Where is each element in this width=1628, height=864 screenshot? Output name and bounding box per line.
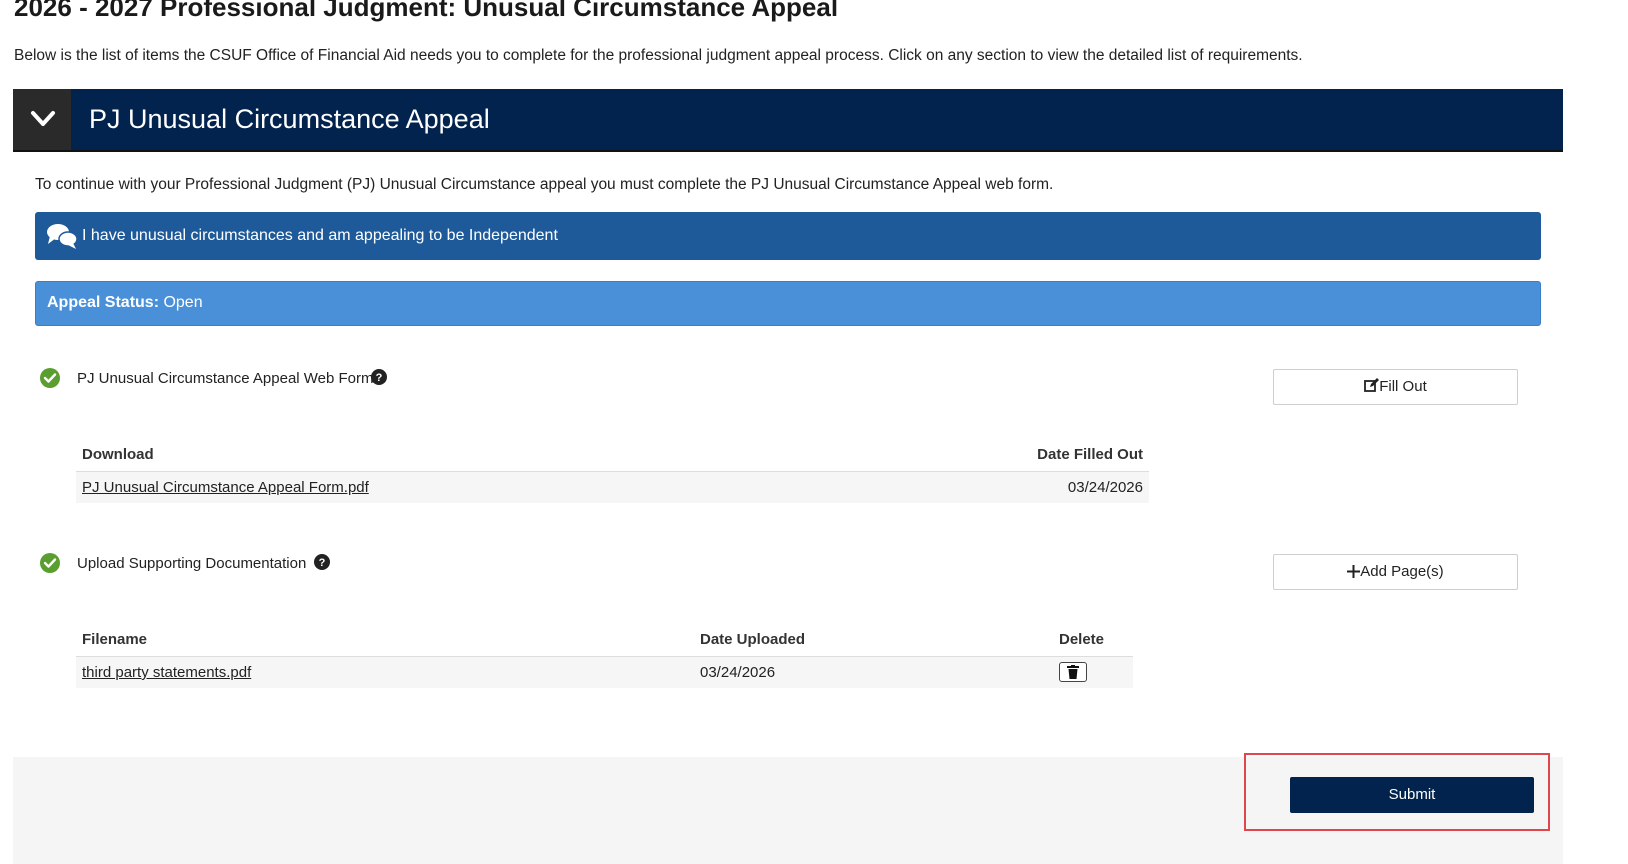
column-header-download: Download — [76, 437, 846, 472]
appeal-status-label: Appeal Status: — [47, 294, 160, 311]
section-description: To continue with your Professional Judgm… — [35, 176, 1054, 193]
add-pages-button[interactable]: Add Page(s) — [1273, 554, 1518, 590]
section-header[interactable]: PJ Unusual Circumstance Appeal — [13, 89, 1563, 152]
svg-text:?: ? — [376, 372, 383, 384]
uploaded-docs-table: Filename Date Uploaded Delete third part… — [76, 622, 1133, 688]
check-circle-icon — [40, 368, 60, 388]
page-intro: Below is the list of items the CSUF Offi… — [14, 47, 1303, 64]
table-row: third party statements.pdf 03/24/2026 — [76, 656, 1133, 688]
svg-text:?: ? — [319, 557, 326, 569]
page-title: 2026 - 2027 Professional Judgment: Unusu… — [14, 0, 839, 22]
section-title: PJ Unusual Circumstance Appeal — [89, 104, 490, 134]
delete-file-button[interactable] — [1059, 662, 1087, 682]
chat-bubbles-icon — [47, 224, 78, 249]
table-row: PJ Unusual Circumstance Appeal Form.pdf … — [76, 471, 1149, 503]
date-filled-out: 03/24/2026 — [845, 471, 1149, 503]
add-pages-label: Add Page(s) — [1360, 563, 1444, 580]
requirement-label: Upload Supporting Documentation — [77, 555, 307, 572]
page: 2026 - 2027 Professional Judgment: Unusu… — [0, 0, 1628, 864]
date-uploaded: 03/24/2026 — [694, 656, 1053, 688]
appeal-type-text: I have unusual circumstances and am appe… — [82, 227, 558, 244]
column-header-date-uploaded: Date Uploaded — [694, 622, 1053, 657]
chevron-down-icon — [31, 111, 55, 126]
trash-icon — [1067, 665, 1079, 679]
help-icon[interactable]: ? — [314, 554, 330, 570]
appeal-status-bar: Appeal Status: Open — [35, 281, 1541, 326]
column-header-delete: Delete — [1053, 622, 1133, 657]
uploaded-file-link[interactable]: third party statements.pdf — [82, 664, 251, 681]
column-header-filename: Filename — [76, 622, 694, 657]
appeal-status-value: Open — [159, 294, 203, 311]
column-header-date-filled: Date Filled Out — [845, 437, 1149, 472]
requirement-label: PJ Unusual Circumstance Appeal Web Form — [77, 370, 374, 387]
web-form-table: Download Date Filled Out PJ Unusual Circ… — [76, 437, 1149, 503]
plus-icon — [1347, 565, 1361, 578]
edit-icon — [1364, 378, 1380, 392]
fill-out-label: Fill Out — [1379, 378, 1427, 395]
help-icon[interactable]: ? — [371, 369, 387, 385]
section-toggle[interactable] — [13, 89, 71, 150]
submit-button[interactable]: Submit — [1290, 777, 1534, 813]
download-form-link[interactable]: PJ Unusual Circumstance Appeal Form.pdf — [82, 479, 369, 496]
check-circle-icon — [40, 553, 60, 573]
appeal-type-banner: I have unusual circumstances and am appe… — [35, 212, 1541, 260]
fill-out-button[interactable]: Fill Out — [1273, 369, 1518, 405]
